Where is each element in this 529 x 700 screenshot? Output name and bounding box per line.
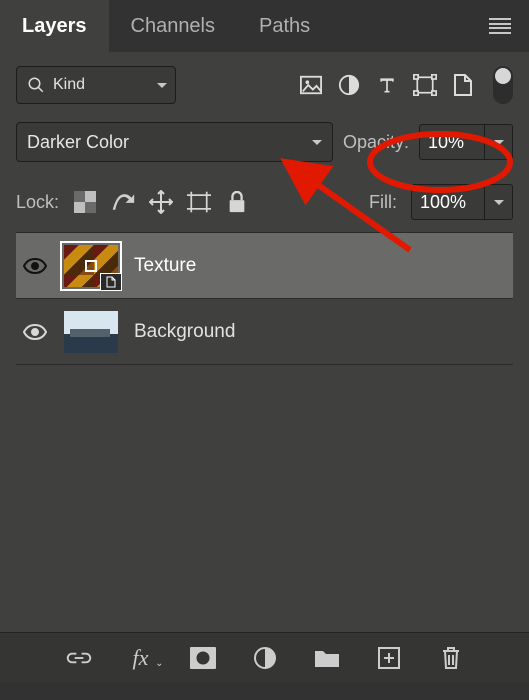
fill-value[interactable]: 100% <box>411 184 485 220</box>
lock-fill-row: Lock: Fill: 100% <box>16 176 513 233</box>
filter-smartobject-icon[interactable] <box>449 71 477 99</box>
lock-transparent-icon[interactable] <box>73 190 97 214</box>
lock-all-icon[interactable] <box>225 190 249 214</box>
layer-row[interactable]: Texture <box>16 233 513 299</box>
filter-toggle[interactable] <box>493 66 513 104</box>
layer-style-icon[interactable]: fx⌄ <box>128 645 154 671</box>
filter-type-icon[interactable] <box>373 71 401 99</box>
tab-paths[interactable]: Paths <box>237 0 332 52</box>
layer-name[interactable]: Texture <box>134 255 196 277</box>
chevron-down-icon <box>312 140 322 150</box>
chevron-down-icon <box>157 83 167 93</box>
opacity-label[interactable]: Opacity: <box>343 132 409 153</box>
chevron-down-icon <box>494 200 504 210</box>
blend-mode-select[interactable]: Darker Color <box>16 122 333 162</box>
delete-layer-icon[interactable] <box>438 645 464 671</box>
lock-position-icon[interactable] <box>149 190 173 214</box>
smart-object-badge-icon <box>100 273 122 291</box>
tab-channels[interactable]: Channels <box>109 0 238 52</box>
layers-list: Texture Background <box>16 233 513 365</box>
adjustment-layer-icon[interactable] <box>252 645 278 671</box>
blend-mode-value: Darker Color <box>27 132 129 153</box>
filter-adjustment-icon[interactable] <box>335 71 363 99</box>
lock-artboard-icon[interactable] <box>187 190 211 214</box>
chevron-down-icon <box>494 140 504 150</box>
layer-thumbnail[interactable] <box>60 307 122 357</box>
link-layers-icon[interactable] <box>66 645 92 671</box>
panel-menu-icon[interactable] <box>489 18 511 34</box>
opacity-control: 10% <box>419 124 513 160</box>
search-icon <box>27 76 45 94</box>
layer-filter-row: Kind <box>16 66 513 104</box>
filter-kind-label: Kind <box>53 76 85 94</box>
visibility-toggle[interactable] <box>22 258 48 274</box>
group-icon[interactable] <box>314 645 340 671</box>
filter-kind-select[interactable]: Kind <box>16 66 176 104</box>
panel-tabbar: Layers Channels Paths <box>0 0 529 52</box>
opacity-dropdown-button[interactable] <box>485 124 513 160</box>
filter-pixel-icon[interactable] <box>297 71 325 99</box>
blend-opacity-row: Darker Color Opacity: 10% <box>16 122 513 162</box>
thumbnail-image <box>64 311 118 353</box>
layer-mask-icon[interactable] <box>190 645 216 671</box>
layer-thumbnail[interactable] <box>60 241 122 291</box>
lock-pixels-icon[interactable] <box>111 190 135 214</box>
opacity-value[interactable]: 10% <box>419 124 485 160</box>
layers-panel: Kind Darker Color Opacity: 10% <box>0 52 529 682</box>
layer-row[interactable]: Background <box>16 299 513 365</box>
new-layer-icon[interactable] <box>376 645 402 671</box>
fill-control: 100% <box>411 184 513 220</box>
layer-name[interactable]: Background <box>134 321 235 343</box>
filter-shape-icon[interactable] <box>411 71 439 99</box>
tab-layers[interactable]: Layers <box>0 0 109 52</box>
fill-label[interactable]: Fill: <box>369 192 397 213</box>
fill-dropdown-button[interactable] <box>485 184 513 220</box>
visibility-toggle[interactable] <box>22 324 48 340</box>
lock-label: Lock: <box>16 192 59 213</box>
layers-bottom-bar: fx⌄ <box>0 632 529 682</box>
